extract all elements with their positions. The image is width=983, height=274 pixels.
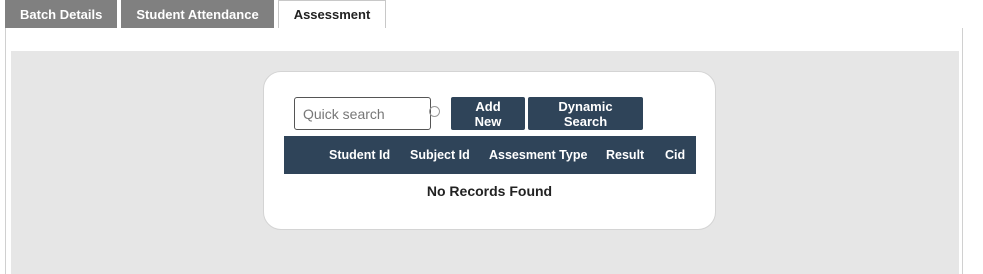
search-icon[interactable] <box>429 106 440 117</box>
add-new-button[interactable]: Add New <box>451 97 525 130</box>
tab-student-attendance[interactable]: Student Attendance <box>121 0 274 28</box>
content-area: Add New Dynamic Search Student Id Subjec… <box>11 51 959 274</box>
column-header-student-id[interactable]: Student Id <box>329 136 390 174</box>
dynamic-search-button[interactable]: Dynamic Search <box>528 97 643 130</box>
page: Batch Details Student Attendance Assessm… <box>0 0 983 274</box>
column-header-subject-id[interactable]: Subject Id <box>410 136 470 174</box>
tab-bar: Batch Details Student Attendance Assessm… <box>5 0 387 29</box>
column-header-cid[interactable]: Cid <box>665 136 685 174</box>
tab-panel: Add New Dynamic Search Student Id Subjec… <box>5 28 963 274</box>
empty-state-message: No Records Found <box>426 183 553 199</box>
assessment-card: Add New Dynamic Search Student Id Subjec… <box>263 71 716 230</box>
tab-batch-details[interactable]: Batch Details <box>5 0 118 28</box>
tab-assessment[interactable]: Assessment <box>277 0 387 29</box>
table-header: Student Id Subject Id Assesment Type Res… <box>284 136 696 174</box>
column-header-result[interactable]: Result <box>606 136 644 174</box>
quick-search-input[interactable] <box>294 97 431 130</box>
column-header-assessment-type[interactable]: Assesment Type <box>489 136 587 174</box>
